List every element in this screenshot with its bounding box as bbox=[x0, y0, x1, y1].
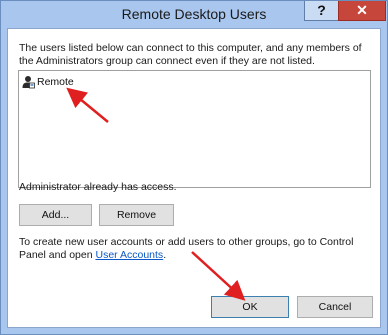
help-button[interactable]: ? bbox=[304, 1, 339, 21]
cancel-button[interactable]: Cancel bbox=[297, 296, 373, 318]
admin-access-text: Administrator already has access. bbox=[19, 181, 177, 193]
intro-text: The users listed below can connect to th… bbox=[19, 42, 362, 67]
users-listbox[interactable]: Remote bbox=[18, 70, 371, 188]
footer-text-main: To create new user accounts or add users… bbox=[19, 236, 354, 261]
ok-button[interactable]: OK bbox=[211, 296, 289, 318]
footer-text: To create new user accounts or add users… bbox=[19, 236, 369, 262]
dialog-body: The users listed below can connect to th… bbox=[7, 28, 381, 328]
dialog-window: Remote Desktop Users ? ✕ The users liste… bbox=[0, 0, 388, 335]
footer-text-end: . bbox=[163, 249, 167, 261]
close-button[interactable]: ✕ bbox=[338, 1, 386, 21]
list-item[interactable]: Remote bbox=[21, 74, 74, 90]
user-name: Remote bbox=[37, 76, 74, 88]
user-accounts-link[interactable]: User Accounts bbox=[95, 249, 163, 261]
title-bar[interactable]: Remote Desktop Users ? ✕ bbox=[1, 1, 387, 28]
user-icon bbox=[21, 75, 35, 89]
add-button[interactable]: Add... bbox=[19, 204, 92, 226]
remove-button[interactable]: Remove bbox=[99, 204, 174, 226]
